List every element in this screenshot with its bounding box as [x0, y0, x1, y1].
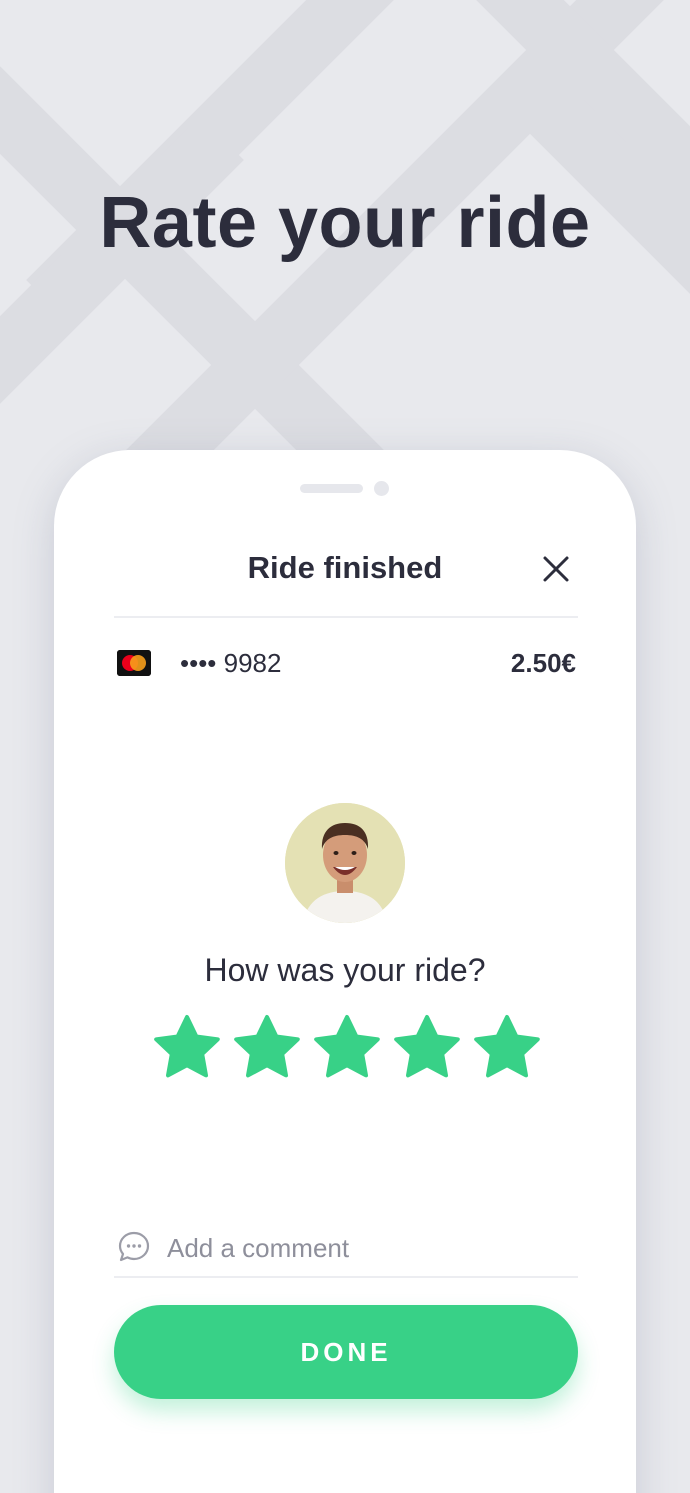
star-icon-5[interactable] [472, 1014, 542, 1080]
driver-avatar [285, 803, 405, 923]
rating-question: How was your ride? [204, 952, 486, 988]
mastercard-icon [117, 650, 151, 676]
ride-price: 2.50€ [510, 648, 576, 678]
star-icon-1[interactable] [152, 1014, 222, 1080]
headline: Rate your ride [99, 183, 591, 263]
star-icon-2[interactable] [232, 1014, 302, 1080]
star-icon-4[interactable] [392, 1014, 462, 1080]
close-button[interactable] [540, 553, 572, 585]
star-rating [152, 1014, 542, 1084]
comment-input[interactable] [167, 1228, 567, 1268]
phone-camera [374, 481, 389, 496]
comment-row [114, 1228, 578, 1278]
close-icon [543, 556, 569, 582]
phone-frame: Ride finished •••• 9982 2.50€ How was yo [54, 450, 636, 1493]
star-icon-3[interactable] [312, 1014, 382, 1080]
card-number: •••• 9982 [180, 648, 282, 678]
header-divider [114, 616, 578, 618]
phone-speaker [300, 484, 363, 493]
chat-bubble-icon [118, 1231, 150, 1262]
done-button[interactable]: DONE [114, 1305, 578, 1399]
